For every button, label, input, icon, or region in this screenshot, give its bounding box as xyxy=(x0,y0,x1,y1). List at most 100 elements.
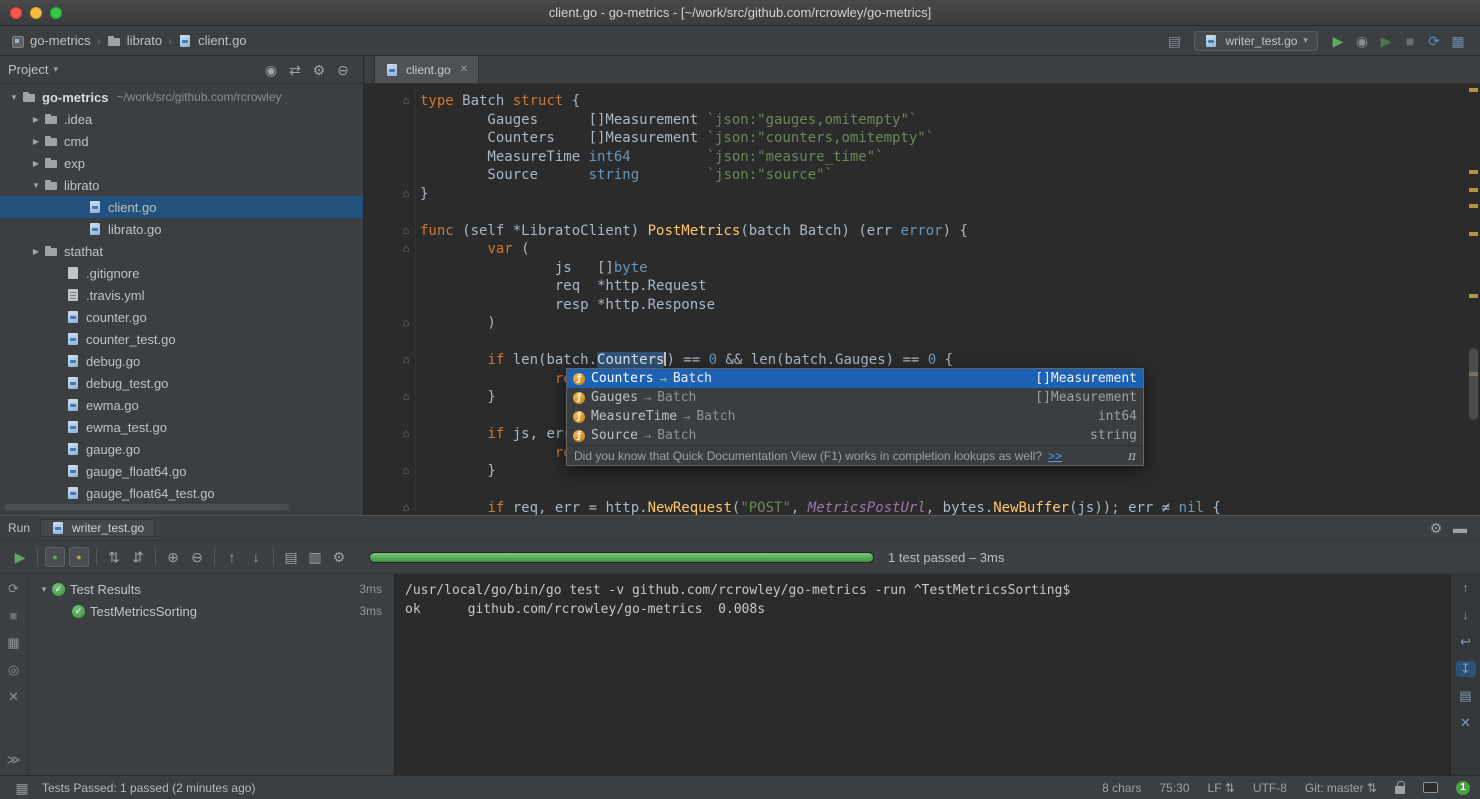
expand-all-icon[interactable]: ⊕ xyxy=(161,547,185,567)
run-dashboard-icon[interactable]: ▤ xyxy=(1162,31,1186,51)
collapse-all-icon[interactable]: ⊖ xyxy=(185,547,209,567)
warning-stripe-mark[interactable] xyxy=(1469,204,1478,208)
print-icon[interactable]: ▤ xyxy=(1456,688,1476,704)
expand-arrow-icon[interactable]: ▶ xyxy=(28,159,44,168)
rerun-icon[interactable]: ⟳ xyxy=(4,582,24,596)
stop-icon[interactable]: ■ xyxy=(1398,31,1422,51)
close-icon[interactable]: ✕ xyxy=(460,64,468,75)
notifications-badge[interactable]: 1 xyxy=(1456,780,1470,795)
code-line[interactable]: if len(batch.Counters) == 0 && len(batch… xyxy=(420,351,1464,370)
import-results-icon[interactable]: ▥ xyxy=(303,547,327,567)
code-line[interactable]: if req, err = http.NewRequest("POST", Me… xyxy=(420,499,1464,515)
completion-item-Source[interactable]: ƒ Source → Batch string xyxy=(567,426,1143,445)
tree-item-stathat[interactable]: ▶ stathat xyxy=(0,240,363,262)
run-config-selector[interactable]: writer_test.go ▾ xyxy=(1194,30,1318,51)
tree-item-cmd[interactable]: ▶ cmd xyxy=(0,130,363,152)
fold-marker-icon[interactable]: ⌂ xyxy=(398,314,414,333)
code-line[interactable]: Counters []Measurement `json:"counters,o… xyxy=(420,129,1464,148)
sort-by-duration-icon[interactable]: ⇵ xyxy=(126,547,150,567)
code-line[interactable]: Source string `json:"source"` xyxy=(420,166,1464,185)
code-line[interactable]: func (self *LibratoClient) PostMetrics(b… xyxy=(420,222,1464,241)
caret-position[interactable]: 75:30 xyxy=(1159,781,1189,795)
line-separator[interactable]: LF ⇅ xyxy=(1208,781,1235,795)
completion-item-Gauges[interactable]: ƒ Gauges → Batch []Measurement xyxy=(567,388,1143,407)
fold-marker-icon[interactable]: ⌂ xyxy=(398,222,414,241)
tree-item-client.go[interactable]: client.go xyxy=(0,196,363,218)
tree-item-exp[interactable]: ▶ exp xyxy=(0,152,363,174)
stop-icon[interactable]: ■ xyxy=(4,609,24,623)
minimize-button[interactable] xyxy=(30,6,42,19)
collapse-all-icon[interactable]: ⊖ xyxy=(331,60,355,80)
code-line[interactable]: Gauges []Measurement `json:"gauges,omite… xyxy=(420,111,1464,130)
tree-item-ewma.go[interactable]: ewma.go xyxy=(0,394,363,416)
tree-item-debug.go[interactable]: debug.go xyxy=(0,350,363,372)
close-icon[interactable]: ✕ xyxy=(4,690,24,704)
console-output[interactable]: /usr/local/go/bin/go test -v github.com/… xyxy=(394,574,1450,775)
code-line[interactable] xyxy=(420,333,1464,352)
rerun-icon[interactable]: ⟳ xyxy=(1422,31,1446,51)
tree-item-librato.go[interactable]: librato.go xyxy=(0,218,363,240)
code-line[interactable]: var ( xyxy=(420,240,1464,259)
show-passed-icon[interactable]: ● xyxy=(45,547,65,567)
fold-marker-icon[interactable]: ⌂ xyxy=(398,351,414,370)
sort-alphabetically-icon[interactable]: ⇅ xyxy=(102,547,126,567)
tree-item-debug_test.go[interactable]: debug_test.go xyxy=(0,372,363,394)
lock-icon[interactable] xyxy=(1395,780,1405,794)
code-line[interactable]: type Batch struct { xyxy=(420,92,1464,111)
fold-marker-icon[interactable]: ⌂ xyxy=(398,185,414,204)
breadcrumb-librato[interactable]: librato xyxy=(107,33,162,48)
previous-failed-test-icon[interactable]: ↑ xyxy=(220,547,244,567)
code-line[interactable]: MeasureTime int64 `json:"measure_time"` xyxy=(420,148,1464,167)
fold-marker-icon[interactable]: ⌂ xyxy=(398,92,414,111)
clear-console-icon[interactable]: ✕ xyxy=(1456,715,1476,731)
code-editor[interactable]: ⌂ ⌂ ⌂ ⌂ ⌂ ⌂ ⌂ ⌂ ⌂ ⌂ type Batch struct { Gauges []… xyxy=(364,84,1480,515)
scroll-from-source-icon[interactable]: ⇄ xyxy=(283,60,307,80)
editor-scrollbar[interactable] xyxy=(1469,348,1478,420)
rerun-tests-icon[interactable]: ▶ xyxy=(8,547,32,567)
code-line[interactable]: js []byte xyxy=(420,259,1464,278)
horizontal-scrollbar[interactable] xyxy=(4,504,289,510)
tree-item-librato[interactable]: ▼ librato xyxy=(0,174,363,196)
soft-wrap-icon[interactable]: ↩ xyxy=(1456,634,1476,650)
warning-stripe-mark[interactable] xyxy=(1469,188,1478,192)
settings-gear-icon[interactable]: ⚙ xyxy=(1424,518,1448,538)
tree-item-gauge_float64_test.go[interactable]: gauge_float64_test.go xyxy=(0,482,363,504)
warning-stripe-mark[interactable] xyxy=(1469,294,1478,298)
code-line[interactable] xyxy=(420,481,1464,500)
show-ignored-icon[interactable]: ● xyxy=(69,547,89,567)
settings-gear-icon[interactable]: ⚙ xyxy=(307,60,331,80)
expand-arrow-icon[interactable]: ▶ xyxy=(28,115,44,124)
code-line[interactable]: req *http.Request xyxy=(420,277,1464,296)
code-line[interactable]: resp *http.Response xyxy=(420,296,1464,315)
fold-marker-icon[interactable]: ⌂ xyxy=(398,499,414,515)
tree-item-.gitignore[interactable]: .gitignore xyxy=(0,262,363,284)
collapse-arrow-icon[interactable]: ▼ xyxy=(28,181,44,190)
breadcrumb-go-metrics[interactable]: go-metrics xyxy=(10,33,91,48)
project-view-selector[interactable]: Project ▾ xyxy=(8,62,58,77)
fold-marker-icon[interactable]: ⌂ xyxy=(398,425,414,444)
scroll-to-bottom-icon[interactable]: ↓ xyxy=(1456,607,1476,623)
git-branch[interactable]: Git: master ⇅ xyxy=(1305,781,1377,795)
code-line[interactable]: ) xyxy=(420,314,1464,333)
tree-item-gauge_float64.go[interactable]: gauge_float64.go xyxy=(0,460,363,482)
breadcrumb-client.go[interactable]: client.go xyxy=(178,33,247,48)
tree-item-ewma_test.go[interactable]: ewma_test.go xyxy=(0,416,363,438)
close-button[interactable] xyxy=(10,6,22,19)
test-item-Test-Results[interactable]: ▼ ✓ Test Results 3ms xyxy=(28,578,394,600)
editor-layout-icon[interactable]: ▦ xyxy=(1446,31,1470,51)
run-tab-writer-test-go[interactable]: writer_test.go xyxy=(40,519,156,537)
expand-arrow-icon[interactable]: ▶ xyxy=(28,137,44,146)
tab-client-go[interactable]: client.go ✕ xyxy=(374,56,480,83)
completion-item-Counters[interactable]: ƒ Counters → Batch []Measurement xyxy=(567,369,1143,388)
fold-marker-icon[interactable]: ⌂ xyxy=(398,462,414,481)
tree-item-counter.go[interactable]: counter.go xyxy=(0,306,363,328)
hide-panel-icon[interactable]: ▬ xyxy=(1448,518,1472,538)
restore-layout-icon[interactable]: ▦ xyxy=(4,636,24,650)
tree-item-go-metrics[interactable]: ▼ go-metrics ~/work/src/github.com/rcrowle… xyxy=(0,86,363,108)
collapse-arrow-icon[interactable]: ▼ xyxy=(6,93,22,102)
toolwindow-toggle-icon[interactable]: ▦ xyxy=(10,778,34,798)
settings-gear-icon[interactable]: ⚙ xyxy=(327,547,351,567)
fold-marker-icon[interactable]: ⌂ xyxy=(398,240,414,259)
collapse-arrow-icon[interactable]: ▼ xyxy=(36,585,52,594)
warning-stripe-mark[interactable] xyxy=(1469,170,1478,174)
